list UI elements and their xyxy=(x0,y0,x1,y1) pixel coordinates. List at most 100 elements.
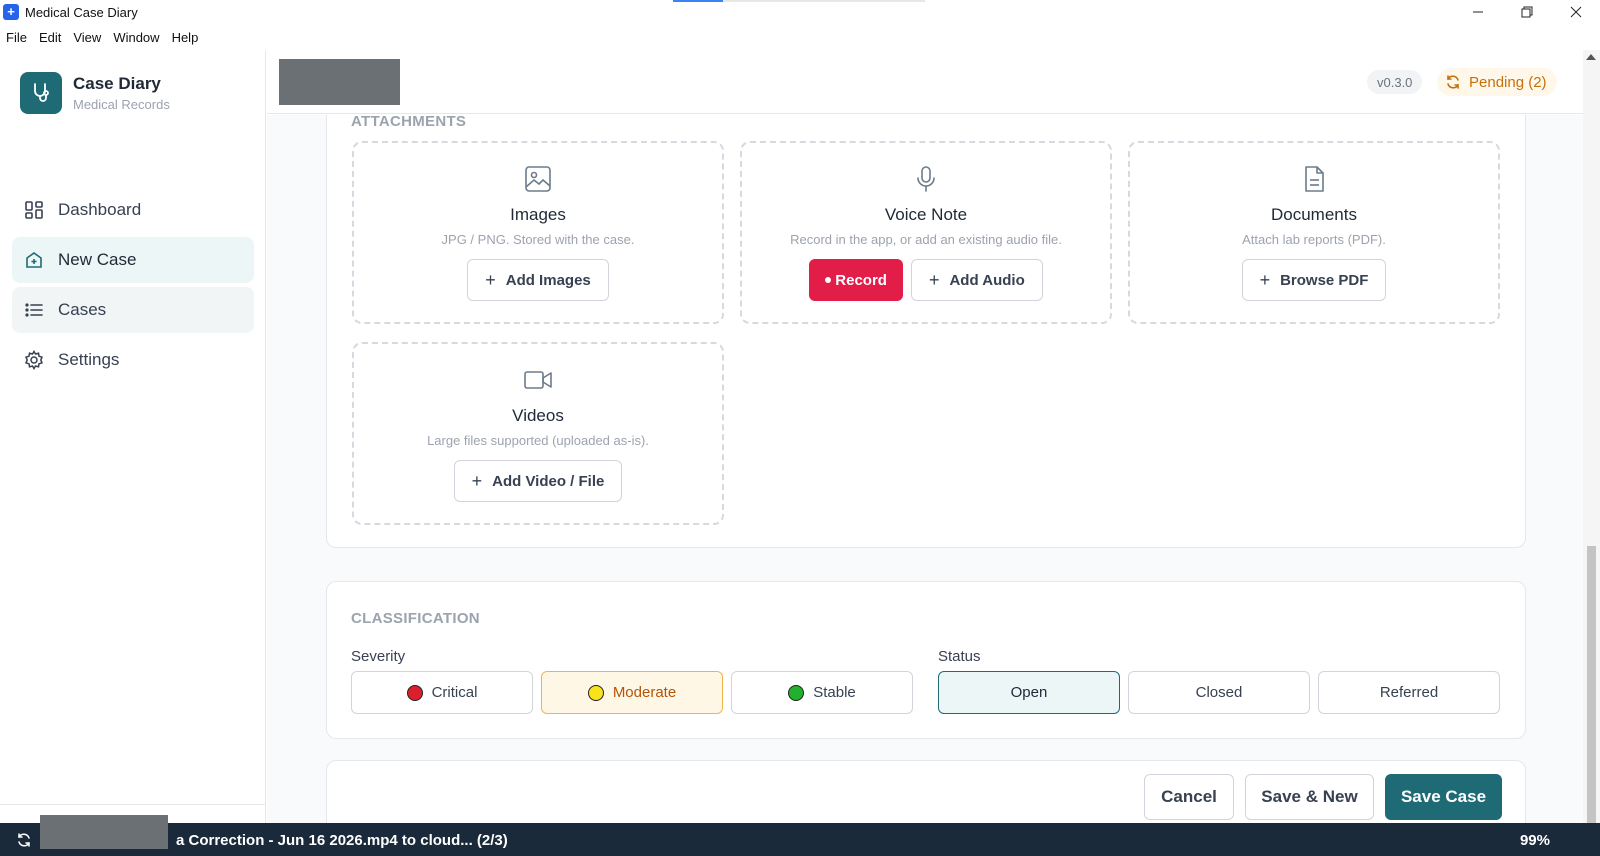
window-title: Medical Case Diary xyxy=(25,4,138,20)
option-label: Referred xyxy=(1379,684,1439,701)
restore-icon xyxy=(1521,6,1532,18)
option-label: Critical xyxy=(431,684,478,701)
severity-stable-option[interactable]: Stable xyxy=(731,671,913,714)
sync-icon xyxy=(1445,74,1461,90)
voice-note-dropzone[interactable]: Voice Note Record in the app, or add an … xyxy=(740,141,1112,324)
title-bar: + Medical Case Diary xyxy=(0,0,1600,24)
button-label: Record xyxy=(835,271,887,289)
plus-icon: + xyxy=(485,269,496,290)
sidebar-item-label: Cases xyxy=(58,300,107,319)
button-label: Add Video / File xyxy=(492,472,605,490)
attachments-section-label: ATTACHMENTS xyxy=(351,115,467,130)
add-video-button[interactable]: + Add Video / File xyxy=(453,460,623,502)
menu-view[interactable]: View xyxy=(73,30,101,45)
maximize-button[interactable] xyxy=(1502,0,1551,24)
gear-icon xyxy=(24,350,44,370)
video-camera-icon xyxy=(354,366,722,394)
main-content: ATTACHMENTS Images JPG / PNG. Stored wit… xyxy=(267,115,1583,823)
sidebar-item-label: Dashboard xyxy=(58,200,142,219)
new-case-icon xyxy=(24,250,44,270)
videos-desc: Large files supported (uploaded as-is). xyxy=(427,433,649,448)
sidebar-divider xyxy=(0,804,266,805)
microphone-icon xyxy=(742,165,1110,193)
app-icon: + xyxy=(3,4,19,20)
videos-title: Videos xyxy=(512,406,564,425)
severity-moderate-option[interactable]: Moderate xyxy=(541,671,723,714)
pending-sync-button[interactable]: Pending (2) xyxy=(1437,68,1557,96)
red-circle-icon xyxy=(406,684,423,701)
plus-icon: + xyxy=(1259,269,1271,290)
status-closed-option[interactable]: Closed xyxy=(1128,671,1310,714)
plus-icon: + xyxy=(928,269,940,290)
status-referred-option[interactable]: Referred xyxy=(1318,671,1500,714)
severity-critical-option[interactable]: Critical xyxy=(351,671,533,714)
classification-section-label: CLASSIFICATION xyxy=(351,610,480,627)
tab-indicator xyxy=(673,0,925,2)
upload-status-bar: a Correction - Jun 16 2026.mp4 to cloud.… xyxy=(0,815,1600,856)
sidebar-nav: Dashboard New Case Cases Settings xyxy=(12,187,254,387)
dashboard-grid-icon xyxy=(24,200,44,220)
close-button[interactable] xyxy=(1551,0,1600,24)
option-label: Closed xyxy=(1195,684,1243,701)
upload-percent: 99% xyxy=(1519,832,1550,849)
sync-icon xyxy=(16,832,32,848)
images-desc: JPG / PNG. Stored with the case. xyxy=(441,232,635,247)
actions-card: Cancel Save & New Save Case xyxy=(326,760,1526,823)
status-open-option[interactable]: Open xyxy=(938,671,1120,714)
green-circle-icon xyxy=(788,684,805,701)
minimize-icon xyxy=(1472,11,1483,13)
sidebar: Case Diary Medical Records Dashboard New… xyxy=(0,50,266,823)
brand-subtitle: Medical Records xyxy=(73,97,170,112)
menu-bar: File Edit View Window Help xyxy=(0,26,210,48)
brand-title: Case Diary xyxy=(73,74,161,93)
images-dropzone[interactable]: Images JPG / PNG. Stored with the case. … xyxy=(352,141,724,324)
scrollbar-thumb[interactable] xyxy=(1587,546,1596,823)
cancel-button[interactable]: Cancel xyxy=(1144,774,1234,820)
sidebar-item-label: Settings xyxy=(58,350,120,369)
voice-note-desc: Record in the app, or add an existing au… xyxy=(790,232,1062,247)
document-icon xyxy=(1130,165,1498,193)
version-badge: v0.3.0 xyxy=(1367,70,1423,94)
redacted-area xyxy=(279,59,400,105)
sidebar-item-settings[interactable]: Settings xyxy=(12,337,254,383)
stethoscope-icon xyxy=(20,72,62,114)
option-label: Open xyxy=(1010,684,1048,701)
videos-dropzone[interactable]: Videos Large files supported (uploaded a… xyxy=(352,342,724,525)
images-title: Images xyxy=(510,205,566,224)
voice-note-title: Voice Note xyxy=(884,205,968,224)
menu-file[interactable]: File xyxy=(6,30,27,45)
menu-edit[interactable]: Edit xyxy=(39,30,61,45)
attachments-card: ATTACHMENTS Images JPG / PNG. Stored wit… xyxy=(326,115,1526,548)
documents-dropzone[interactable]: Documents Attach lab reports (PDF). + Br… xyxy=(1128,141,1500,324)
option-label: Moderate xyxy=(612,684,677,701)
status-label: Status xyxy=(938,648,981,665)
upload-status-text: a Correction - Jun 16 2026.mp4 to cloud.… xyxy=(176,832,508,849)
button-label: Add Images xyxy=(505,271,591,289)
yellow-circle-icon xyxy=(587,684,604,701)
documents-desc: Attach lab reports (PDF). xyxy=(1242,232,1386,247)
sidebar-item-cases[interactable]: Cases xyxy=(12,287,254,333)
classification-card: CLASSIFICATION Severity Status Critical … xyxy=(326,581,1526,739)
minimize-button[interactable] xyxy=(1453,0,1502,24)
menu-window[interactable]: Window xyxy=(113,30,159,45)
list-icon xyxy=(24,300,44,320)
plus-icon: + xyxy=(471,470,483,491)
add-audio-button[interactable]: + Add Audio xyxy=(910,259,1043,301)
save-and-new-button[interactable]: Save & New xyxy=(1245,774,1374,820)
record-button[interactable]: Record xyxy=(809,259,903,301)
menu-help[interactable]: Help xyxy=(172,30,199,45)
save-case-button[interactable]: Save Case xyxy=(1385,774,1502,820)
sidebar-item-label: New Case xyxy=(58,250,137,269)
record-dot-icon xyxy=(825,277,832,283)
sidebar-item-dashboard[interactable]: Dashboard xyxy=(12,187,254,233)
option-label: Stable xyxy=(813,684,856,701)
sidebar-item-new-case[interactable]: New Case xyxy=(12,237,254,283)
app-header: v0.3.0 Pending (2) xyxy=(267,50,1583,114)
add-images-button[interactable]: + Add Images xyxy=(467,259,609,301)
pending-label: Pending (2) xyxy=(1469,73,1547,91)
scroll-up-arrow-icon[interactable] xyxy=(1586,54,1596,60)
button-label: Browse PDF xyxy=(1280,271,1369,289)
image-icon xyxy=(354,165,722,193)
browse-pdf-button[interactable]: + Browse PDF xyxy=(1241,259,1387,301)
vertical-scrollbar[interactable] xyxy=(1583,50,1600,823)
